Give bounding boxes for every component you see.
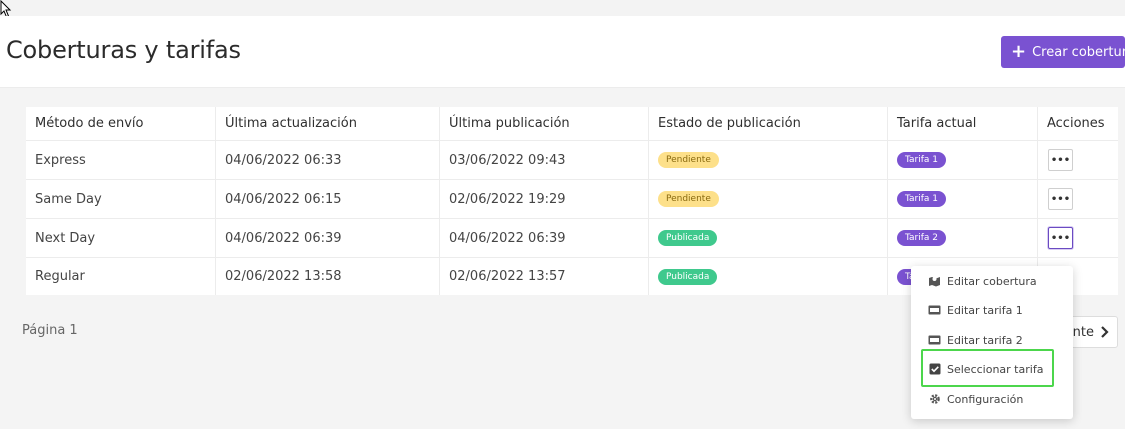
column-header: Tarifa actual <box>888 107 1038 140</box>
status-cell: Publicada <box>649 219 888 257</box>
column-header: Acciones <box>1047 116 1105 131</box>
top-strip <box>0 0 1125 16</box>
table-row: Express 04/06/2022 06:33 03/06/2022 09:4… <box>26 141 1118 180</box>
published-cell: 02/06/2022 13:57 <box>440 258 649 295</box>
tariff-badge: Tarifa 2 <box>897 230 946 246</box>
status-badge: Pendiente <box>658 191 719 207</box>
map-icon <box>928 275 941 288</box>
method-cell: Same Day <box>26 180 216 218</box>
method-cell: Next Day <box>26 219 216 257</box>
card-icon <box>928 304 941 317</box>
published-cell: 03/06/2022 09:43 <box>440 141 649 179</box>
table-header-row: Método de envío Última actualización Últ… <box>26 107 1118 141</box>
actions-cell: ••• <box>1038 141 1118 179</box>
status-badge: Publicada <box>658 230 718 246</box>
tariff-badge: Tarifa 1 <box>897 152 946 168</box>
plus-icon: + <box>1011 41 1027 62</box>
updated-cell: 04/06/2022 06:39 <box>216 219 440 257</box>
status-badge: Pendiente <box>658 152 719 168</box>
row-actions-button[interactable]: ••• <box>1048 149 1073 171</box>
status-cell: Pendiente <box>649 141 888 179</box>
menu-item-label: Editar tarifa 1 <box>947 303 1023 317</box>
column-header: Estado de publicación <box>649 107 888 140</box>
menu-item-label: Editar tarifa 2 <box>947 333 1023 347</box>
create-coverage-label: Crear cobertura <box>1032 44 1125 60</box>
menu-item-edit-coverage[interactable]: Editar cobertura <box>911 268 1073 294</box>
page-title: Coberturas y tarifas <box>6 36 241 64</box>
tariff-cell: Tarifa 1 <box>888 180 1038 218</box>
status-cell: Pendiente <box>649 180 888 218</box>
actions-cell: ••• <box>1038 219 1118 257</box>
method-cell: Regular <box>26 258 216 295</box>
method-cell: Express <box>26 141 216 179</box>
published-cell: 04/06/2022 06:39 <box>440 219 649 257</box>
gear-icon <box>928 393 941 406</box>
chevron-right-icon <box>1101 326 1109 338</box>
updated-cell: 04/06/2022 06:33 <box>216 141 440 179</box>
menu-item-label: Configuración <box>947 392 1024 406</box>
menu-item-label: Editar cobertura <box>947 274 1037 288</box>
next-page-label: nte <box>1072 324 1094 340</box>
column-header: Última actualización <box>216 107 440 140</box>
published-cell: 02/06/2022 19:29 <box>440 180 649 218</box>
tariff-cell: Tarifa 2 <box>888 219 1038 257</box>
table-row: Next Day 04/06/2022 06:39 04/06/2022 06:… <box>26 219 1118 258</box>
page-header: Coberturas y tarifas + Crear cobertura <box>0 16 1125 88</box>
status-badge: Publicada <box>658 268 718 285</box>
table-row: Same Day 04/06/2022 06:15 02/06/2022 19:… <box>26 180 1118 219</box>
updated-cell: 04/06/2022 06:15 <box>216 180 440 218</box>
tariff-cell: Tarifa 1 <box>888 141 1038 179</box>
actions-cell: ••• <box>1038 180 1118 218</box>
menu-item-configuration[interactable]: Configuración <box>911 386 1073 412</box>
row-actions-button[interactable]: ••• <box>1048 227 1073 249</box>
menu-item-edit-tariff-1[interactable]: Editar tarifa 1 <box>911 297 1073 323</box>
selection-highlight <box>921 349 1054 387</box>
card-icon <box>928 334 941 347</box>
column-header: Método de envío <box>26 107 216 140</box>
updated-cell: 02/06/2022 13:58 <box>216 258 440 295</box>
tariff-badge: Tarifa 1 <box>897 191 946 207</box>
column-header: Última publicación <box>440 107 649 140</box>
row-actions-button[interactable]: ••• <box>1048 188 1073 210</box>
status-cell: Publicada <box>649 258 888 295</box>
page-indicator: Página 1 <box>22 323 78 338</box>
create-coverage-button[interactable]: + Crear cobertura <box>1001 36 1125 68</box>
row-actions-menu: Editar cobertura Editar tarifa 1 Editar … <box>911 266 1073 419</box>
